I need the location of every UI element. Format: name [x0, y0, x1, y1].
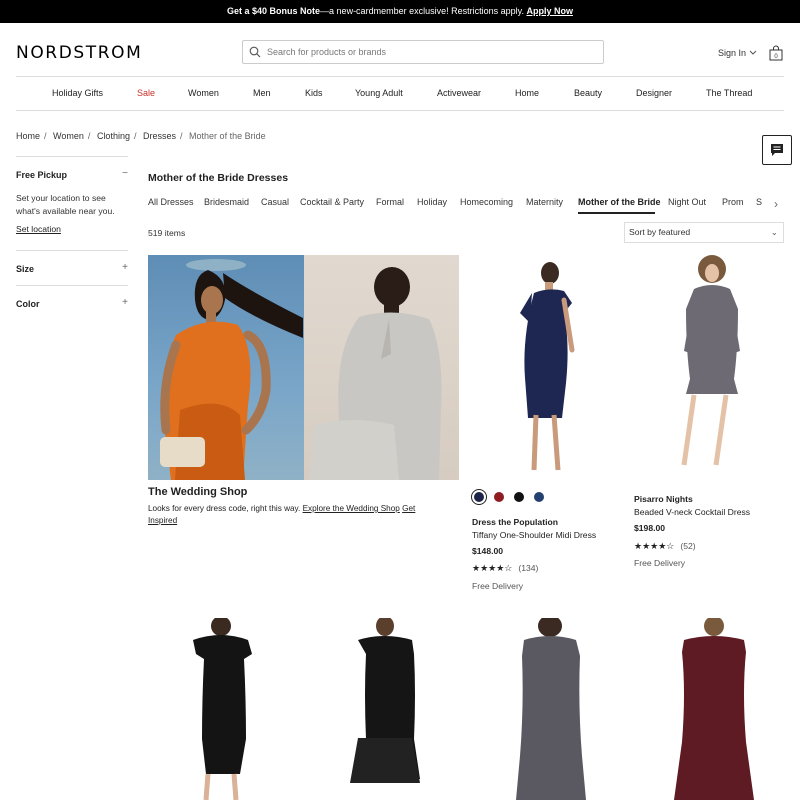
category-tabs: All Dresses Bridesmaid Casual Cocktail &…: [148, 197, 768, 217]
product-price: $148.00: [472, 546, 504, 556]
filter-size[interactable]: Size +: [16, 250, 128, 285]
product-brand[interactable]: Dress the Population: [472, 517, 558, 527]
tab-bridesmaid[interactable]: Bridesmaid: [204, 197, 249, 207]
sort-select[interactable]: Sort by featured ⌄: [624, 222, 784, 243]
nav-sale[interactable]: Sale: [137, 88, 155, 98]
star-rating: ★★★★☆: [634, 541, 675, 551]
crumb-home[interactable]: Home: [16, 131, 40, 141]
swatch-blue[interactable]: [534, 492, 544, 502]
wedding-shop-description: Looks for every dress code, right this w…: [148, 503, 428, 527]
promo-banner: Get a $40 Bonus Note—a new-cardmember ex…: [0, 0, 800, 23]
tab-truncated[interactable]: S: [756, 197, 762, 207]
product-name[interactable]: Beaded V-neck Cocktail Dress: [634, 507, 750, 517]
wedding-shop-image[interactable]: [148, 255, 459, 480]
active-tab-underline: [578, 212, 655, 214]
product-name[interactable]: Tiffany One-Shoulder Midi Dress: [472, 530, 596, 540]
nav-men[interactable]: Men: [253, 88, 271, 98]
nav-activewear[interactable]: Activewear: [437, 88, 481, 98]
explore-wedding-shop-link[interactable]: Explore the Wedding Shop: [303, 504, 400, 513]
promo-bold: Get a $40 Bonus Note: [227, 6, 321, 16]
pickup-description: Set your location to see what's availabl…: [16, 193, 115, 216]
apply-now-link[interactable]: Apply Now: [526, 6, 573, 16]
swatch-navy[interactable]: [471, 489, 487, 505]
nav-beauty[interactable]: Beauty: [574, 88, 602, 98]
review-count: (134): [518, 563, 539, 573]
filter-heading: Color: [16, 299, 40, 309]
product-image[interactable]: [472, 255, 618, 480]
chat-button[interactable]: [762, 135, 792, 165]
product-image[interactable]: [472, 615, 622, 800]
product-image[interactable]: [148, 616, 298, 800]
nav-home[interactable]: Home: [515, 88, 539, 98]
product-price: $198.00: [634, 523, 666, 533]
crumb-dresses[interactable]: Dresses: [143, 131, 176, 141]
shopping-bag-icon[interactable]: 0: [768, 45, 784, 61]
swatch-black[interactable]: [514, 492, 524, 502]
sign-in-menu[interactable]: Sign In: [718, 48, 757, 58]
plus-icon: +: [122, 297, 128, 308]
tab-cocktail-party[interactable]: Cocktail & Party: [300, 197, 364, 207]
wedding-shop-title[interactable]: The Wedding Shop: [148, 486, 247, 498]
search-icon: [249, 46, 261, 58]
delivery-info: Free Delivery: [472, 581, 524, 591]
nordstrom-logo[interactable]: NORDSTROM: [16, 43, 142, 63]
tab-homecoming[interactable]: Homecoming: [460, 197, 513, 207]
hero-photo-right: [304, 255, 459, 480]
filter-heading[interactable]: Free Pickup: [16, 170, 67, 180]
tab-prom[interactable]: Prom: [722, 197, 744, 207]
swatch-burgundy[interactable]: [494, 492, 504, 502]
chevron-down-icon: [749, 50, 757, 55]
chat-icon: [771, 144, 783, 156]
search-bar[interactable]: [242, 40, 604, 64]
crumb-clothing[interactable]: Clothing: [97, 131, 130, 141]
product-image[interactable]: [310, 616, 460, 800]
minus-icon[interactable]: −: [122, 168, 128, 179]
page-title: Mother of the Bride Dresses: [148, 172, 289, 184]
nav-young-adult[interactable]: Young Adult: [355, 88, 403, 98]
item-count: 519 items: [148, 228, 186, 238]
star-rating: ★★★★☆: [472, 563, 513, 573]
crumb-current: Mother of the Bride: [189, 131, 266, 141]
tab-formal[interactable]: Formal: [376, 197, 404, 207]
product-rating[interactable]: ★★★★☆ (134): [472, 563, 538, 574]
nav-designer[interactable]: Designer: [636, 88, 672, 98]
breadcrumb: Home / Women / Clothing / Dresses / Mother o…: [16, 131, 266, 141]
sign-in-label: Sign In: [718, 48, 747, 58]
plus-icon: +: [122, 262, 128, 273]
chevron-down-icon: ⌄: [770, 227, 778, 237]
product-brand[interactable]: Pisarro Nights: [634, 494, 693, 504]
filter-color[interactable]: Color +: [16, 285, 128, 320]
nav-kids[interactable]: Kids: [305, 88, 323, 98]
filter-heading: Size: [16, 264, 35, 274]
filter-free-pickup: Free Pickup − Set your location to see w…: [16, 156, 128, 250]
crumb-women[interactable]: Women: [53, 131, 84, 141]
color-swatches: [471, 489, 544, 505]
product-image[interactable]: [634, 616, 784, 800]
set-location-link[interactable]: Set location: [16, 224, 61, 234]
search-input[interactable]: [267, 47, 587, 57]
nav-holiday-gifts[interactable]: Holiday Gifts: [52, 88, 103, 98]
product-rating[interactable]: ★★★★☆ (52): [634, 541, 696, 552]
sort-label: Sort by featured: [629, 227, 691, 237]
delivery-info: Free Delivery: [634, 558, 686, 568]
divider: [16, 110, 784, 111]
tab-casual[interactable]: Casual: [261, 197, 289, 207]
review-count: (52): [680, 541, 696, 551]
tab-all-dresses[interactable]: All Dresses: [148, 197, 194, 207]
divider: [16, 76, 784, 77]
tab-maternity[interactable]: Maternity: [526, 197, 563, 207]
chevron-right-icon[interactable]: ›: [774, 197, 778, 211]
wedding-shop-text: Looks for every dress code, right this w…: [148, 504, 301, 513]
main-nav: Holiday Gifts Sale Women Men Kids Young …: [0, 88, 800, 102]
product-image[interactable]: [634, 255, 784, 480]
tab-holiday[interactable]: Holiday: [417, 197, 447, 207]
bag-count: 0: [774, 54, 778, 60]
nav-women[interactable]: Women: [188, 88, 219, 98]
nav-the-thread[interactable]: The Thread: [706, 88, 752, 98]
tab-night-out[interactable]: Night Out: [668, 197, 706, 207]
hero-photo-left: [148, 255, 304, 480]
promo-text: —a new-cardmember exclusive! Restriction…: [320, 6, 524, 16]
tab-mother-of-the-bride[interactable]: Mother of the Bride: [578, 197, 661, 207]
